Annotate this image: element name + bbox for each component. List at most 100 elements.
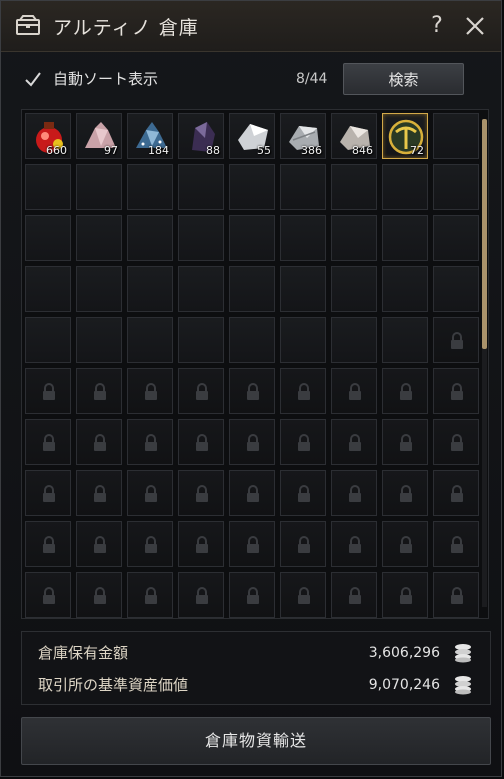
lock-icon [43, 536, 55, 553]
inventory-slot[interactable] [127, 266, 173, 312]
inventory-slot[interactable] [76, 266, 122, 312]
locked-slot [127, 521, 173, 567]
inventory-slot[interactable] [229, 164, 275, 210]
lock-icon [400, 536, 412, 553]
lock-icon [145, 536, 157, 553]
window-title: アルティノ 倉庫 [53, 17, 199, 39]
inventory-slot[interactable] [331, 266, 377, 312]
locked-slot [280, 470, 326, 516]
lock-icon [196, 536, 208, 553]
help-button[interactable]: ? [425, 13, 449, 39]
inventory-slot[interactable] [433, 164, 479, 210]
market-value-value: 9,070,246 [368, 677, 440, 693]
locked-slot [331, 368, 377, 414]
auto-sort-label: 自動ソート表示 [53, 70, 159, 88]
search-button[interactable]: 検索 [343, 63, 464, 95]
inventory-slot[interactable]: 660 [25, 113, 71, 159]
inventory-slot[interactable] [433, 113, 479, 159]
locked-slot [127, 368, 173, 414]
silver-coin-stack-icon [455, 676, 471, 695]
inventory-slot[interactable] [25, 266, 71, 312]
lock-icon [400, 383, 412, 400]
item-quantity: 55 [257, 144, 271, 157]
inventory-slot[interactable]: 97 [76, 113, 122, 159]
inventory-slot[interactable] [331, 317, 377, 363]
inventory-slot[interactable] [178, 164, 224, 210]
inventory-slot[interactable] [178, 317, 224, 363]
inventory-slot[interactable] [280, 164, 326, 210]
inventory-slot[interactable] [280, 317, 326, 363]
locked-slot [178, 470, 224, 516]
inventory-slot[interactable] [433, 266, 479, 312]
locked-slot [127, 419, 173, 465]
close-icon[interactable] [464, 15, 486, 37]
inventory-slot[interactable] [178, 215, 224, 261]
inventory-slot[interactable] [229, 266, 275, 312]
title-bar[interactable]: アルティノ 倉庫 ? [1, 1, 501, 52]
locked-slot [331, 470, 377, 516]
inventory-slot[interactable]: 55 [229, 113, 275, 159]
lock-icon [94, 383, 106, 400]
inventory-slot[interactable] [76, 317, 122, 363]
warehouse-silver-value: 3,606,296 [368, 645, 440, 661]
locked-slot [229, 368, 275, 414]
inventory-slot[interactable] [382, 266, 428, 312]
inventory-slot[interactable] [25, 317, 71, 363]
locked-slot [25, 470, 71, 516]
inventory-slot[interactable] [127, 215, 173, 261]
lock-icon [247, 587, 259, 604]
slot-count: 8/44 [296, 71, 328, 87]
inventory-slot[interactable] [382, 164, 428, 210]
inventory-slot[interactable] [433, 215, 479, 261]
lock-icon [400, 485, 412, 502]
inventory-slot[interactable] [331, 164, 377, 210]
locked-slot [280, 368, 326, 414]
inventory-slot[interactable]: 72 [382, 113, 428, 159]
inventory-slot[interactable] [76, 164, 122, 210]
lock-icon [94, 434, 106, 451]
inventory-slot[interactable] [280, 215, 326, 261]
locked-slot [25, 419, 71, 465]
inventory-slot[interactable]: 846 [331, 113, 377, 159]
checkmark-icon[interactable] [23, 69, 43, 89]
locked-slot [280, 572, 326, 618]
inventory-slot[interactable] [229, 317, 275, 363]
lock-icon [349, 485, 361, 502]
lock-icon [349, 587, 361, 604]
item-quantity: 846 [352, 144, 373, 157]
inventory-slot[interactable] [280, 266, 326, 312]
locked-slot [280, 521, 326, 567]
inventory-slot[interactable] [331, 215, 377, 261]
item-quantity: 660 [46, 144, 67, 157]
locked-slot [127, 470, 173, 516]
locked-slot [433, 572, 479, 618]
inventory-slot[interactable]: 184 [127, 113, 173, 159]
lock-icon [94, 587, 106, 604]
locked-slot [280, 419, 326, 465]
inventory-slot[interactable] [127, 164, 173, 210]
inventory-slot[interactable]: 386 [280, 113, 326, 159]
inventory-slot[interactable] [382, 215, 428, 261]
lock-icon [247, 485, 259, 502]
inventory-slot[interactable] [229, 215, 275, 261]
locked-slot [76, 572, 122, 618]
inventory-slot[interactable] [25, 215, 71, 261]
inventory-slot[interactable] [76, 215, 122, 261]
lock-icon [400, 587, 412, 604]
warehouse-silver-label: 倉庫保有金額 [38, 644, 129, 662]
inventory-slot[interactable] [127, 317, 173, 363]
inventory-slot[interactable] [382, 317, 428, 363]
inventory-slot[interactable] [25, 164, 71, 210]
inventory-slot[interactable] [178, 266, 224, 312]
warehouse-transport-button[interactable]: 倉庫物資輸送 [21, 717, 491, 765]
inventory-slot[interactable]: 88 [178, 113, 224, 159]
locked-slot [433, 317, 479, 363]
locked-slot [76, 419, 122, 465]
lock-icon [451, 434, 463, 451]
lock-icon [349, 383, 361, 400]
locked-slot [76, 470, 122, 516]
lock-icon [43, 587, 55, 604]
item-quantity: 97 [104, 144, 118, 157]
scrollbar-thumb[interactable] [482, 119, 487, 349]
locked-slot [331, 419, 377, 465]
